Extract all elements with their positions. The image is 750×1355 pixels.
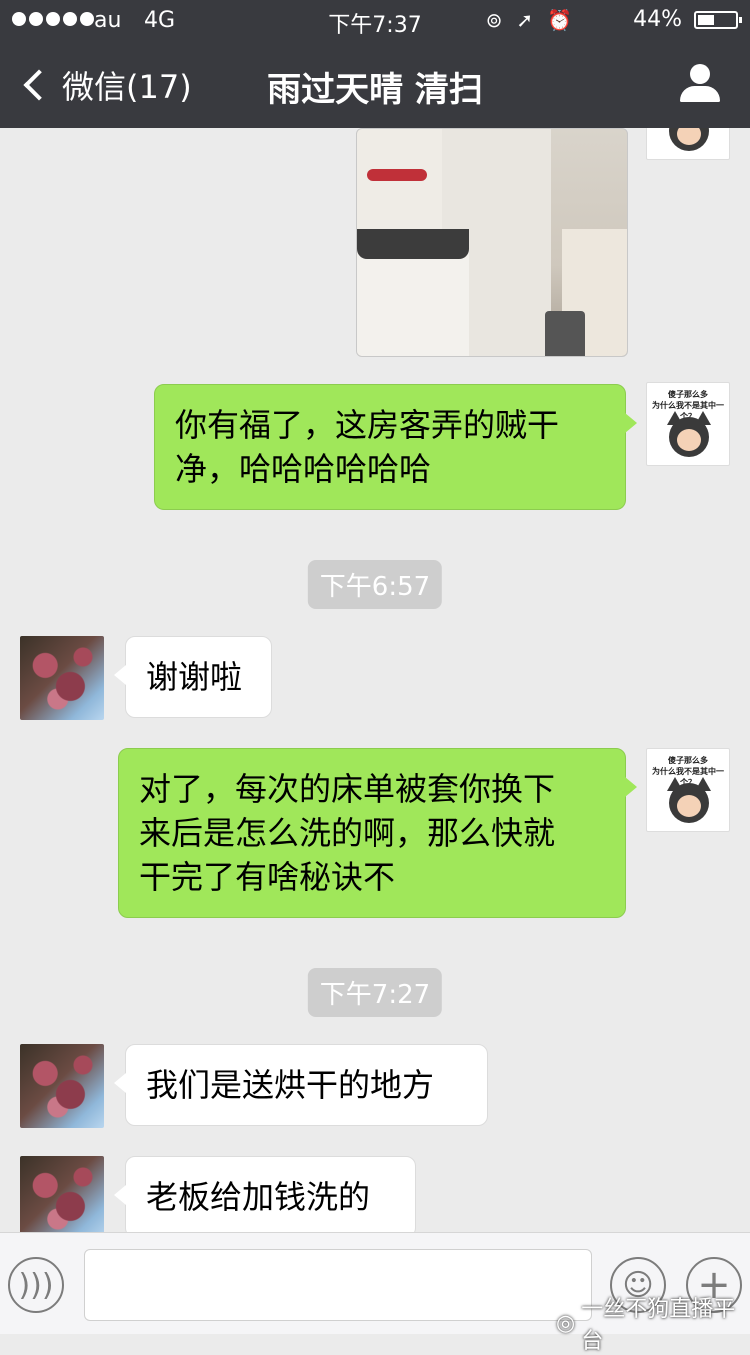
message-text: 来后是怎么洗的啊，那么快就 — [139, 814, 556, 852]
status-bar: au 4G 下午7:37 ⊚ ➚ ⏰ 44% — [0, 0, 750, 40]
message-bubble-outgoing[interactable]: 你有福了，这房客弄的贼干 净，哈哈哈哈哈哈 — [154, 384, 637, 510]
message-bubble-incoming[interactable]: 老板给加钱洗的 — [114, 1156, 416, 1232]
battery-icon — [694, 11, 742, 29]
my-avatar[interactable]: 傻子那么多为什么我不是其中一个？ — [646, 748, 730, 832]
alarm-clock-icon: ⏰ — [547, 8, 572, 32]
contact-avatar[interactable] — [20, 1044, 104, 1128]
timestamp: 下午7:27 — [307, 968, 443, 1017]
chat-area[interactable]: 傻子那么多为什么我不是其中一个？ 你有福了，这房客弄的贼干 净，哈哈哈哈哈哈 下… — [0, 128, 750, 1232]
voice-icon: ))) — [18, 1267, 54, 1303]
wechat-logo-icon: ◎ — [556, 1310, 576, 1336]
image-message[interactable] — [356, 128, 628, 357]
message-text: 你有福了，这房客弄的贼干 — [175, 406, 560, 444]
message-text: 谢谢啦 — [146, 658, 243, 696]
rotation-lock-icon: ⊚ — [485, 8, 503, 32]
my-avatar[interactable] — [646, 128, 730, 160]
message-bubble-outgoing[interactable]: 对了，每次的床单被套你换下 来后是怎么洗的啊，那么快就 干完了有啥秘诀不 — [118, 748, 637, 918]
top-bar: au 4G 下午7:37 ⊚ ➚ ⏰ 44% 微信(17) 雨过天晴 清扫 — [0, 0, 750, 128]
location-arrow-icon: ➚ — [516, 8, 534, 32]
avatar-caption: 傻子那么多 — [668, 756, 708, 765]
input-bar: ))) ☺ + ◎ 一丝不狗直播平台 — [0, 1232, 750, 1354]
nav-bar: 微信(17) 雨过天晴 清扫 — [0, 40, 750, 128]
watermark: ◎ 一丝不狗直播平台 — [556, 1291, 750, 1355]
message-text: 对了，每次的床单被套你换下 — [139, 770, 556, 808]
timestamp: 下午6:57 — [307, 560, 443, 609]
message-text: 老板给加钱洗的 — [146, 1178, 371, 1216]
message-input[interactable] — [84, 1249, 592, 1321]
battery-percent: 44% — [633, 7, 682, 32]
voice-input-button[interactable]: ))) — [8, 1257, 64, 1313]
message-bubble-incoming[interactable]: 我们是送烘干的地方 — [114, 1044, 488, 1126]
message-bubble-incoming[interactable]: 谢谢啦 — [114, 636, 272, 718]
message-text: 我们是送烘干的地方 — [146, 1066, 435, 1104]
message-text: 干完了有啥秘诀不 — [139, 858, 396, 896]
contact-avatar[interactable] — [20, 636, 104, 720]
my-avatar[interactable]: 傻子那么多为什么我不是其中一个？ — [646, 382, 730, 466]
message-text: 净，哈哈哈哈哈哈 — [175, 450, 432, 488]
watermark-text: 一丝不狗直播平台 — [581, 1297, 736, 1354]
avatar-caption: 傻子那么多 — [668, 390, 708, 399]
chat-title: 雨过天晴 清扫 — [267, 70, 483, 110]
contact-avatar[interactable] — [20, 1156, 104, 1232]
person-icon[interactable] — [680, 64, 720, 104]
